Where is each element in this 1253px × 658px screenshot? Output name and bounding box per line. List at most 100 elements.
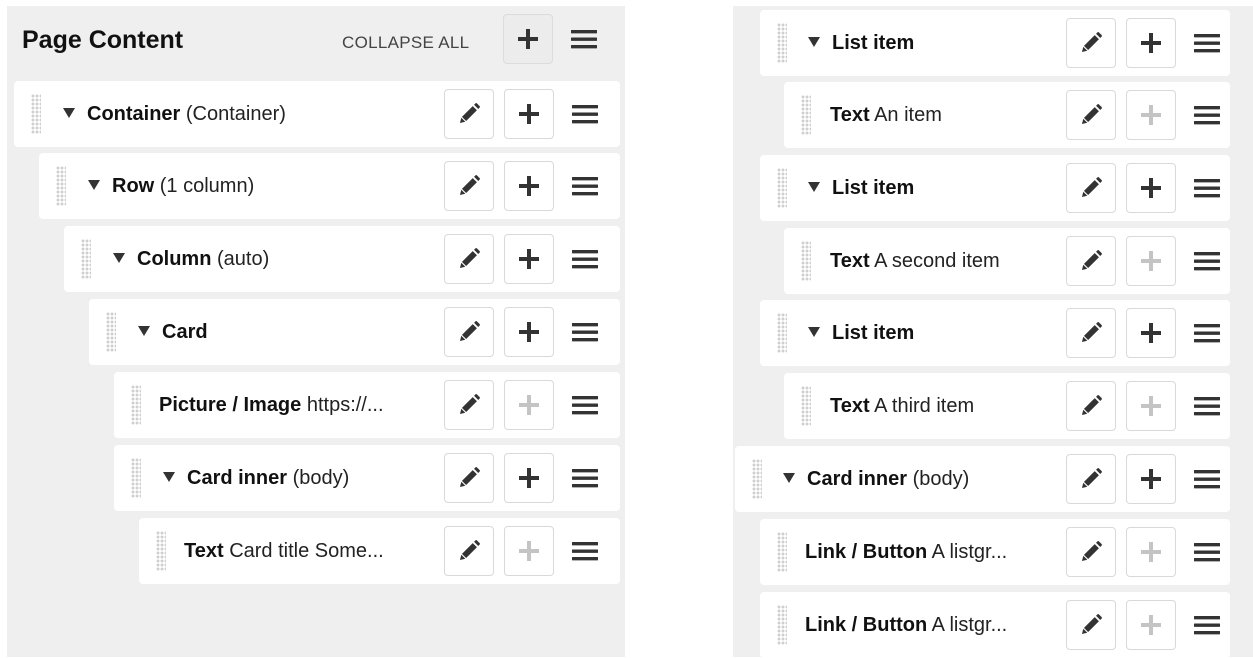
drag-handle-icon[interactable] xyxy=(131,385,141,425)
block-menu-button[interactable] xyxy=(560,380,610,430)
edit-block-button[interactable] xyxy=(444,380,494,430)
add-child-block-button[interactable] xyxy=(1126,308,1176,358)
edit-block-button[interactable] xyxy=(444,89,494,139)
block-menu-button[interactable] xyxy=(560,453,610,503)
add-child-block-button[interactable] xyxy=(504,89,554,139)
edit-block-button[interactable] xyxy=(1066,454,1116,504)
block-menu-button[interactable] xyxy=(1182,527,1232,577)
plus-icon xyxy=(518,540,540,562)
block-menu-button[interactable] xyxy=(1182,454,1232,504)
edit-block-button[interactable] xyxy=(444,234,494,284)
block-type-name: Text xyxy=(830,395,870,417)
drag-handle-icon[interactable] xyxy=(777,532,787,572)
pencil-icon xyxy=(1080,541,1102,563)
drag-handle-icon[interactable] xyxy=(801,241,811,281)
hamburger-menu-icon xyxy=(1193,395,1221,417)
edit-block-button[interactable] xyxy=(444,453,494,503)
add-child-block-button[interactable] xyxy=(504,307,554,357)
block-menu-button[interactable] xyxy=(1182,308,1232,358)
drag-handle-icon[interactable] xyxy=(31,94,41,134)
add-child-block-button[interactable] xyxy=(504,453,554,503)
drag-handle-icon[interactable] xyxy=(56,166,66,206)
caret-down-icon[interactable] xyxy=(783,472,795,483)
pencil-icon xyxy=(1080,614,1102,636)
pencil-icon xyxy=(1080,177,1102,199)
caret-down-icon[interactable] xyxy=(113,252,125,263)
block-menu-button[interactable] xyxy=(1182,163,1232,213)
tree-row: List item xyxy=(760,300,1230,366)
edit-block-button[interactable] xyxy=(444,526,494,576)
pencil-icon xyxy=(458,248,480,270)
add-child-block-button[interactable] xyxy=(1126,18,1176,68)
block-menu-button[interactable] xyxy=(560,526,610,576)
drag-handle-icon[interactable] xyxy=(777,605,787,645)
block-summary: A listgr... xyxy=(927,541,1008,563)
add-root-block-button[interactable] xyxy=(503,14,553,64)
drag-handle-icon[interactable] xyxy=(777,23,787,63)
caret-down-icon[interactable] xyxy=(138,325,150,336)
tree-row-label: Link / Button A listgr... xyxy=(805,592,1007,658)
edit-block-button[interactable] xyxy=(1066,236,1116,286)
caret-down-icon[interactable] xyxy=(163,471,175,482)
add-child-block-button[interactable] xyxy=(504,161,554,211)
block-menu-button[interactable] xyxy=(560,307,610,357)
block-menu-button[interactable] xyxy=(560,89,610,139)
drag-handle-icon[interactable] xyxy=(752,459,762,499)
plus-icon xyxy=(518,175,540,197)
block-menu-button[interactable] xyxy=(1182,600,1232,650)
tree-row: Link / Button A listgr... xyxy=(760,519,1230,585)
edit-block-button[interactable] xyxy=(1066,381,1116,431)
drag-handle-icon[interactable] xyxy=(81,239,91,279)
add-child-block-button[interactable] xyxy=(1126,163,1176,213)
drag-handle-icon[interactable] xyxy=(106,312,116,352)
drag-handle-icon[interactable] xyxy=(777,168,787,208)
caret-down-icon[interactable] xyxy=(808,326,820,337)
drag-handle-icon[interactable] xyxy=(156,531,166,571)
edit-block-button[interactable] xyxy=(1066,308,1116,358)
pencil-icon xyxy=(1080,395,1102,417)
caret-down-icon[interactable] xyxy=(808,36,820,47)
edit-block-button[interactable] xyxy=(1066,90,1116,140)
page-content-menu-button[interactable] xyxy=(559,14,609,64)
block-menu-button[interactable] xyxy=(1182,381,1232,431)
pencil-icon xyxy=(458,540,480,562)
block-menu-button[interactable] xyxy=(560,234,610,284)
plus-icon xyxy=(1140,395,1162,417)
add-child-block-button[interactable] xyxy=(1126,454,1176,504)
add-child-block-button xyxy=(1126,600,1176,650)
drag-handle-icon[interactable] xyxy=(801,95,811,135)
hamburger-menu-icon xyxy=(571,321,599,343)
caret-down-icon[interactable] xyxy=(63,107,75,118)
block-menu-button[interactable] xyxy=(560,161,610,211)
plus-icon xyxy=(518,467,540,489)
hamburger-menu-icon xyxy=(571,175,599,197)
tree-row-label: Text Card title Some... xyxy=(184,518,384,584)
edit-block-button[interactable] xyxy=(1066,600,1116,650)
edit-block-button[interactable] xyxy=(1066,527,1116,577)
plus-icon xyxy=(1140,177,1162,199)
block-menu-button[interactable] xyxy=(1182,90,1232,140)
tree-row: Text A second item xyxy=(784,228,1230,294)
tree-row-label: Row (1 column) xyxy=(88,153,254,219)
edit-block-button[interactable] xyxy=(1066,163,1116,213)
tree-row: Card inner (body) xyxy=(735,446,1230,512)
drag-handle-icon[interactable] xyxy=(131,458,141,498)
block-summary: An item xyxy=(869,104,942,126)
drag-handle-icon[interactable] xyxy=(777,313,787,353)
edit-block-button[interactable] xyxy=(444,161,494,211)
plus-icon xyxy=(1140,104,1162,126)
drag-handle-icon[interactable] xyxy=(801,386,811,426)
tree-row-label: List item xyxy=(808,300,914,366)
caret-down-icon[interactable] xyxy=(808,181,820,192)
tree-row-label: Picture / Image https://... xyxy=(159,372,384,438)
edit-block-button[interactable] xyxy=(444,307,494,357)
add-child-block-button[interactable] xyxy=(504,234,554,284)
caret-down-icon[interactable] xyxy=(88,179,100,190)
add-child-block-button xyxy=(504,380,554,430)
block-type-name: Card inner xyxy=(807,468,908,490)
block-menu-button[interactable] xyxy=(1182,18,1232,68)
collapse-all-button[interactable]: COLLAPSE ALL xyxy=(342,33,469,53)
block-menu-button[interactable] xyxy=(1182,236,1232,286)
edit-block-button[interactable] xyxy=(1066,18,1116,68)
tree-row: Text A third item xyxy=(784,373,1230,439)
